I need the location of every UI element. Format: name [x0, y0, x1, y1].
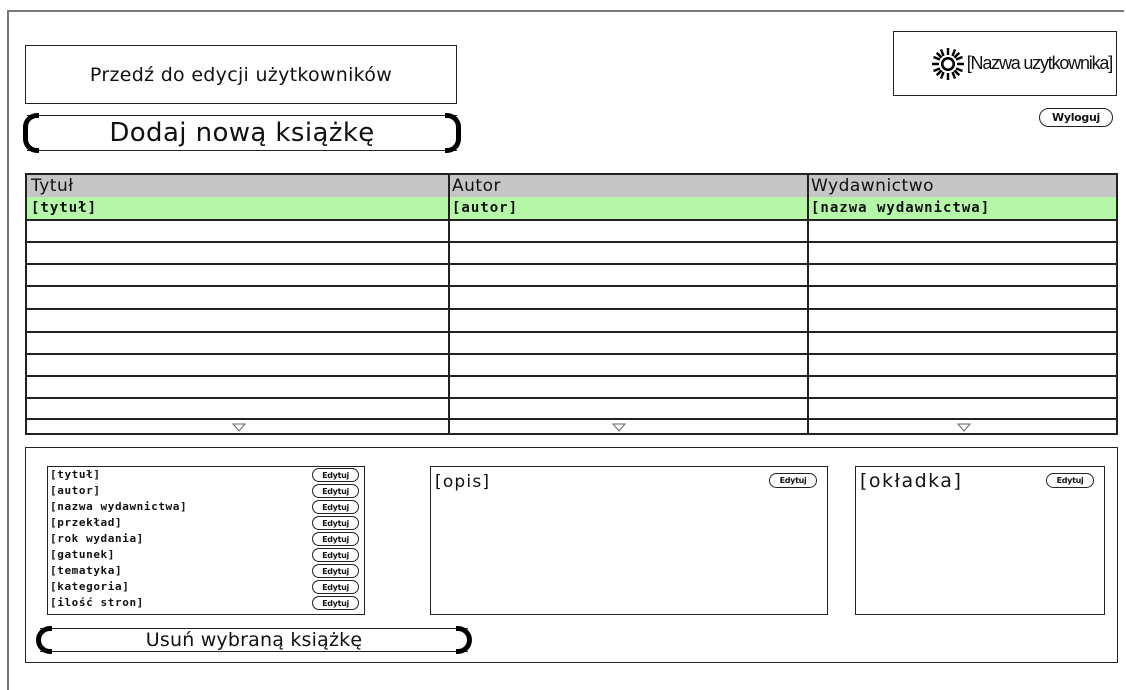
cover-box: [okładka] Edytuj — [855, 466, 1105, 615]
delete-book-button[interactable]: Usuń wybraną książkę — [36, 626, 472, 654]
description-label: [opis] — [435, 472, 491, 492]
column-header-author[interactable]: Autor — [448, 175, 807, 197]
table-row-selected[interactable]: [tytuł] [autor] [nazwa wydawnictwa] — [27, 197, 1116, 221]
field-label: [gatunek] — [50, 548, 116, 561]
field-label: [ilość stron] — [50, 596, 144, 609]
field-row-publisher: [nazwa wydawnictwa] Edytuj — [48, 499, 364, 515]
field-row-genre: [gatunek] Edytuj — [48, 547, 364, 563]
edit-button[interactable]: Edytuj — [312, 564, 359, 578]
edit-button[interactable]: Edytuj — [312, 500, 359, 514]
field-row-topic: [tematyka] Edytuj — [48, 563, 364, 579]
books-table: Tytuł Autor Wydawnictwo [tytuł] [autor] … — [25, 173, 1118, 435]
column-divider — [448, 175, 450, 433]
table-row[interactable] — [27, 308, 1116, 310]
edit-button[interactable]: Edytuj — [312, 532, 359, 546]
field-row-pages: [ilość stron] Edytuj — [48, 595, 364, 611]
table-row[interactable] — [27, 397, 1116, 399]
field-row-year: [rok wydania] Edytuj — [48, 531, 364, 547]
field-row-translation: [przekład] Edytuj — [48, 515, 364, 531]
edit-cover-button[interactable]: Edytuj — [1046, 473, 1094, 488]
cell-author: [autor] — [452, 200, 519, 216]
field-label: [autor] — [50, 484, 101, 497]
table-row[interactable] — [27, 331, 1116, 333]
edit-button[interactable]: Edytuj — [312, 468, 359, 482]
logout-button[interactable]: Wyloguj — [1039, 108, 1113, 127]
description-box: [opis] Edytuj — [430, 466, 828, 615]
table-row[interactable] — [27, 241, 1116, 243]
edit-button[interactable]: Edytuj — [312, 484, 359, 498]
book-fields-list: [tytuł] Edytuj [autor] Edytuj [nazwa wyd… — [47, 466, 365, 615]
field-label: [przekład] — [50, 516, 123, 529]
delete-book-label: Usuń wybraną książkę — [145, 629, 363, 651]
column-header-title[interactable]: Tytuł — [27, 175, 448, 197]
chevron-down-icon[interactable] — [957, 423, 971, 432]
edit-button[interactable]: Edytuj — [312, 548, 359, 562]
field-label: [nazwa wydawnictwa] — [50, 500, 188, 513]
edit-button[interactable]: Edytuj — [312, 596, 359, 610]
edit-users-button[interactable]: Przedź do edycji użytkowników — [25, 45, 457, 104]
table-row[interactable] — [27, 375, 1116, 377]
field-row-category: [kategoria] Edytuj — [48, 579, 364, 595]
field-label: [rok wydania] — [50, 532, 144, 545]
column-header-publisher[interactable]: Wydawnictwo — [807, 175, 1118, 197]
user-info: [Nazwa uzytkownika] — [893, 31, 1117, 96]
field-row-author: [autor] Edytuj — [48, 483, 364, 499]
add-book-label: Dodaj nową książkę — [109, 118, 375, 148]
field-label: [tematyka] — [50, 564, 123, 577]
table-row[interactable] — [27, 263, 1116, 265]
column-divider — [807, 175, 809, 433]
add-book-button[interactable]: Dodaj nową książkę — [23, 113, 461, 153]
cover-label: [okładka] — [860, 470, 963, 492]
table-row[interactable] — [27, 353, 1116, 355]
sun-icon — [931, 47, 964, 80]
field-label: [kategoria] — [50, 580, 130, 593]
edit-button[interactable]: Edytuj — [312, 580, 359, 594]
cell-publisher: [nazwa wydawnictwa] — [811, 200, 991, 216]
edit-description-button[interactable]: Edytuj — [769, 473, 817, 488]
chevron-down-icon[interactable] — [612, 423, 626, 432]
table-header: Tytuł Autor Wydawnictwo — [27, 175, 1116, 199]
edit-button[interactable]: Edytuj — [312, 516, 359, 530]
chevron-down-icon[interactable] — [232, 423, 246, 432]
username-label: [Nazwa uzytkownika] — [966, 53, 1113, 73]
field-row-title: [tytuł] Edytuj — [48, 467, 364, 483]
table-row[interactable] — [27, 418, 1116, 420]
cell-title: [tytuł] — [31, 200, 98, 216]
table-row[interactable] — [27, 285, 1116, 287]
field-label: [tytuł] — [50, 468, 101, 481]
